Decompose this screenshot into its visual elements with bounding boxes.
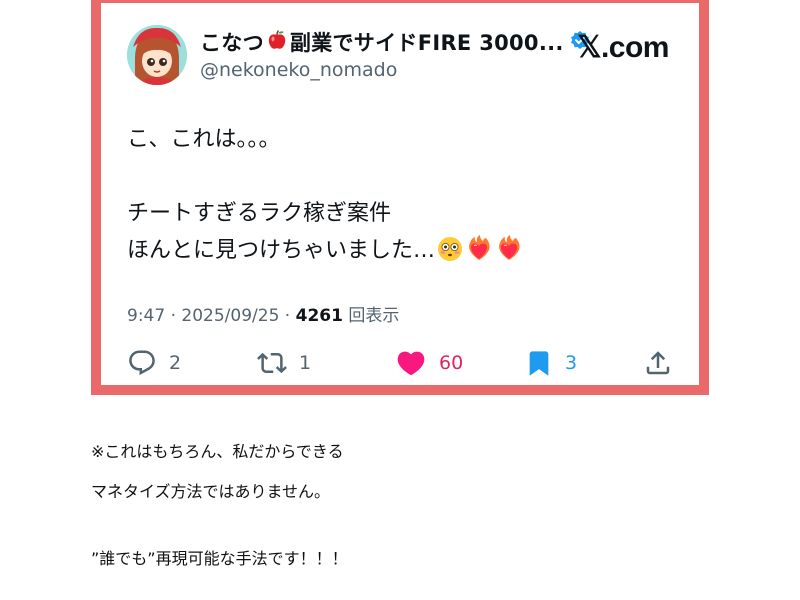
tweet-meta: 9:47 · 2025/09/25 · 4261 回表示 bbox=[127, 301, 399, 326]
avatar[interactable] bbox=[127, 25, 187, 85]
share-button[interactable] bbox=[643, 345, 673, 381]
apple-icon bbox=[266, 29, 288, 55]
views-count: 4261 bbox=[295, 306, 343, 326]
page: こなつ 副業でサイドFIRE 3000... @nekoneko_nomado … bbox=[0, 0, 800, 600]
like-button[interactable]: 60 bbox=[395, 345, 463, 381]
bookmark-icon bbox=[529, 351, 549, 376]
note-line: マネタイズ方法ではありません。 bbox=[91, 482, 331, 501]
display-name-part1: こなつ bbox=[200, 31, 264, 55]
tweet-line bbox=[127, 158, 523, 195]
repost-icon bbox=[257, 352, 287, 374]
reply-icon bbox=[129, 350, 155, 376]
reply-count: 2 bbox=[169, 352, 182, 374]
heart-on-fire-emoji-icon bbox=[499, 235, 520, 260]
tweet-time[interactable]: 9:47 bbox=[127, 306, 165, 326]
note-line: ※これはもちろん、私だからできる bbox=[91, 442, 344, 461]
repost-button[interactable]: 1 bbox=[257, 345, 311, 381]
share-icon bbox=[646, 351, 670, 375]
meta-separator: · bbox=[170, 306, 182, 326]
like-count: 60 bbox=[439, 352, 464, 374]
tweet-line-text: ほんとに見つけちゃいました… bbox=[127, 238, 436, 263]
tweet-screenshot-frame: こなつ 副業でサイドFIRE 3000... @nekoneko_nomado … bbox=[91, 0, 709, 395]
tweet-line-with-emoji: ほんとに見つけちゃいました… bbox=[127, 232, 523, 269]
reply-button[interactable]: 2 bbox=[127, 345, 181, 381]
tweet-line: チートすぎるラク稼ぎ案件 bbox=[127, 201, 392, 226]
display-name-part2: 副業でサイドFIRE 3000... bbox=[289, 31, 564, 55]
flushed-face-emoji-icon bbox=[438, 237, 463, 261]
tweet-card[interactable]: こなつ 副業でサイドFIRE 3000... @nekoneko_nomado … bbox=[101, 3, 699, 385]
tweet-text: こ、これは。。。 チートすぎるラク稼ぎ案件 ほんとに見つけちゃいました… bbox=[127, 121, 523, 269]
repost-count: 1 bbox=[299, 352, 312, 374]
bookmark-button[interactable]: 3 bbox=[525, 345, 577, 381]
note-line: ”誰でも”再現可能な手法です！！！ bbox=[91, 549, 348, 568]
heart-on-fire-emoji-icon bbox=[469, 235, 490, 260]
bookmark-count: 3 bbox=[565, 352, 578, 374]
like-heart-icon bbox=[397, 351, 425, 376]
views-label: 回表示 bbox=[348, 306, 400, 326]
handle[interactable]: @nekoneko_nomado bbox=[200, 59, 397, 81]
meta-separator: · bbox=[284, 306, 296, 326]
tweet-actions: 2 1 60 3 bbox=[127, 345, 673, 381]
tweet-line: こ、これは。。。 bbox=[127, 127, 281, 152]
x-brand-logo: 𝕏.com bbox=[577, 31, 669, 64]
display-name-row[interactable]: こなつ 副業でサイドFIRE 3000... bbox=[200, 27, 590, 57]
tweet-date[interactable]: 2025/09/25 bbox=[181, 306, 279, 326]
